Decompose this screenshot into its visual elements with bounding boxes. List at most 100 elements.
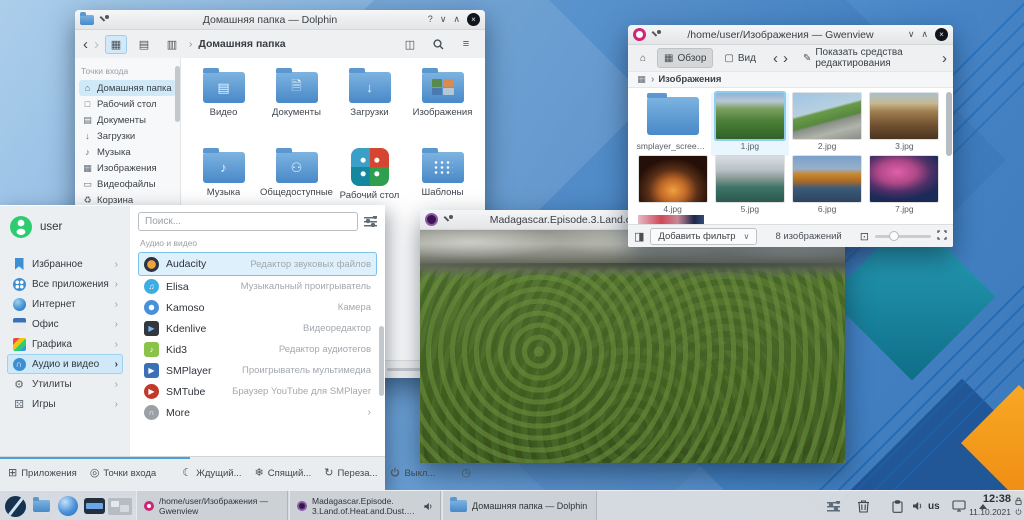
file-manager-button[interactable] — [29, 494, 53, 518]
breadcrumb[interactable]: Домашняя папка — [198, 38, 285, 50]
thumb-8-partial[interactable] — [638, 215, 704, 224]
display-tray-icon[interactable] — [948, 491, 970, 520]
restart-button[interactable]: ↻ Переза... — [324, 468, 377, 480]
forward-button[interactable]: › — [94, 37, 99, 52]
back-button[interactable]: ‹ — [83, 37, 88, 52]
task-gwenview[interactable]: /home/user/Изображения — Gwenview — [136, 491, 288, 520]
tab-places[interactable]: ◎ Точки входа — [90, 468, 156, 480]
pin-icon[interactable] — [652, 30, 661, 39]
minimize-button[interactable]: ∨ — [908, 30, 915, 39]
home-button[interactable]: ⌂ — [634, 48, 652, 68]
trash-tray-icon[interactable] — [852, 491, 874, 520]
minimize-button[interactable]: ∨ — [440, 15, 447, 24]
shutdown-button[interactable]: Выкл... — [390, 467, 435, 480]
next-image-button[interactable]: › — [783, 51, 788, 66]
help-button[interactable]: ? — [428, 15, 433, 24]
keyboard-layout-indicator[interactable]: us — [928, 491, 940, 520]
gwenview-breadcrumb[interactable]: ▦ › Изображения — [628, 71, 953, 88]
sidebar-item-documents[interactable]: ▤ Документы — [79, 112, 176, 128]
view-tab[interactable]: ▢ Вид — [718, 48, 762, 68]
task-dolphin[interactable]: Домашняя папка — Dolphin — [442, 491, 597, 520]
pin-icon[interactable] — [100, 15, 109, 24]
sidebar-item-pictures[interactable]: ▦ Изображения — [79, 160, 176, 176]
category-office[interactable]: Офис › — [7, 314, 123, 334]
category-games[interactable]: ⚄ Игры › — [7, 394, 123, 414]
edit-tools-button[interactable]: ✎ Показать средства редактирования — [797, 47, 932, 69]
thumb-2[interactable]: 2.jpg — [789, 93, 866, 156]
fullscreen-icon[interactable] — [937, 229, 947, 243]
app-item-kid3[interactable]: ♪ Kid3 Редактор аудиотегов — [138, 339, 377, 360]
tab-applications[interactable]: ⊞ Приложения — [8, 468, 77, 480]
folder-item-pictures[interactable]: Изображения — [406, 68, 479, 142]
app-item-elisa[interactable]: ♫ Elisa Музыкальный проигрыватель — [138, 276, 377, 297]
sidebar-scrollbar[interactable] — [175, 66, 180, 122]
user-header[interactable]: user — [6, 216, 124, 238]
thumb-7[interactable]: 7.jpg — [866, 156, 943, 219]
maximize-button[interactable]: ∧ — [921, 30, 928, 39]
thumb-6[interactable]: 6.jpg — [789, 156, 866, 219]
search-icon[interactable] — [427, 35, 449, 54]
thumb-3[interactable]: 3.jpg — [866, 93, 943, 156]
app-item-more[interactable]: ∩ More › — [138, 402, 377, 423]
app-item-kamoso[interactable]: Kamoso Камера — [138, 297, 377, 318]
hibernate-button[interactable]: ❄ Спящий... — [255, 468, 312, 480]
desktop[interactable]: Домашняя папка — Dolphin ? ∨ ∧ × ‹ › ▦ ▤… — [0, 0, 1024, 520]
toolbar-overflow-icon[interactable]: › — [942, 51, 947, 66]
app-launcher-button[interactable] — [3, 494, 27, 518]
previous-image-button[interactable]: ‹ — [773, 51, 778, 66]
category-all-apps[interactable]: Все приложения › — [7, 274, 123, 294]
app-item-kdenlive[interactable]: ▶ Kdenlive Видеоредактор — [138, 318, 377, 339]
filter-sliders-icon[interactable] — [364, 216, 377, 227]
thumb-folder[interactable]: smplayer_screensh... — [634, 93, 711, 156]
category-audio-video[interactable]: ∩ Аудио и видео › — [7, 354, 123, 374]
details-view-button[interactable]: ▤ — [133, 35, 155, 54]
thumb-5[interactable]: 5.jpg — [711, 156, 788, 219]
pager-widget[interactable] — [108, 494, 132, 518]
sidebar-item-videos[interactable]: ▭ Видеофайлы — [79, 176, 176, 192]
dolphin-titlebar[interactable]: Домашняя папка — Dolphin ? ∨ ∧ × — [75, 10, 485, 30]
gwenview-thumbnail-view[interactable]: smplayer_screensh... 1.jpg 2.jpg 3.jpg 4… — [628, 88, 953, 224]
mixer-tray-icon[interactable] — [822, 491, 844, 520]
folder-item-downloads[interactable]: ↓ Загрузки — [333, 68, 406, 142]
category-graphics[interactable]: Графика › — [7, 334, 123, 354]
user-avatar[interactable] — [10, 216, 32, 238]
sidebar-item-home[interactable]: ⌂ Домашняя папка — [79, 80, 176, 96]
folder-item-video[interactable]: ▤ Видео — [187, 68, 260, 142]
clipboard-tray-icon[interactable] — [886, 491, 908, 520]
browser-button[interactable] — [56, 494, 80, 518]
apps-scrollbar[interactable] — [379, 326, 384, 396]
tree-view-button[interactable]: ▥ — [161, 35, 183, 54]
app-item-smtube[interactable]: ▶ SMTube Браузер YouTube для SMPlayer — [138, 381, 377, 402]
folder-item-documents[interactable]: 🗎 Документы — [260, 68, 333, 142]
hamburger-menu-icon[interactable]: ≡ — [455, 35, 477, 54]
video-playback-area[interactable] — [420, 230, 845, 463]
panel-edge-widget[interactable] — [1013, 491, 1024, 520]
task-smplayer[interactable]: Madagascar.Episode. 3.Land.of.Heat.and.D… — [289, 491, 441, 520]
sidebar-item-desktop[interactable]: □ Рабочий стол — [79, 96, 176, 112]
digital-clock[interactable]: 12:38 11.10.2021 — [969, 493, 1011, 517]
gwenview-titlebar[interactable]: /home/user/Изображения — Gwenview ∨ ∧ × — [628, 25, 953, 45]
thumbnail-scrollbar[interactable] — [946, 92, 952, 156]
add-filter-button[interactable]: Добавить фильтр ∨ — [650, 227, 758, 245]
zoom-fit-icon[interactable]: ⊡ — [860, 230, 869, 243]
close-button[interactable]: × — [467, 13, 480, 26]
category-favorites[interactable]: Избранное › — [7, 254, 123, 274]
close-button[interactable]: × — [935, 28, 948, 41]
thumbnail-zoom-slider[interactable] — [875, 230, 931, 241]
pin-icon[interactable] — [444, 215, 453, 224]
search-input[interactable] — [138, 212, 358, 231]
maximize-button[interactable]: ∧ — [453, 15, 460, 24]
thumb-1[interactable]: 1.jpg — [711, 93, 789, 156]
category-internet[interactable]: Интернет › — [7, 294, 123, 314]
app-item-audacity[interactable]: Audacity Редактор звуковых файлов — [138, 252, 377, 276]
app-item-smplayer[interactable]: ▶ SMPlayer Проигрыватель мультимедиа — [138, 360, 377, 381]
category-utilities[interactable]: ⚙ Утилиты › — [7, 374, 123, 394]
sidebar-item-downloads[interactable]: ↓ Загрузки — [79, 128, 176, 144]
sidebar-toggle-icon[interactable]: ◨ — [634, 230, 644, 243]
icons-view-button[interactable]: ▦ — [105, 34, 127, 54]
sidebar-item-music[interactable]: ♪ Музыка — [79, 144, 176, 160]
standby-button[interactable]: ☾ Ждущий... — [182, 468, 241, 480]
zoom-slider-handle[interactable] — [889, 230, 899, 241]
media-player-button[interactable] — [82, 494, 106, 518]
thumb-4[interactable]: 4.jpg — [634, 156, 711, 219]
